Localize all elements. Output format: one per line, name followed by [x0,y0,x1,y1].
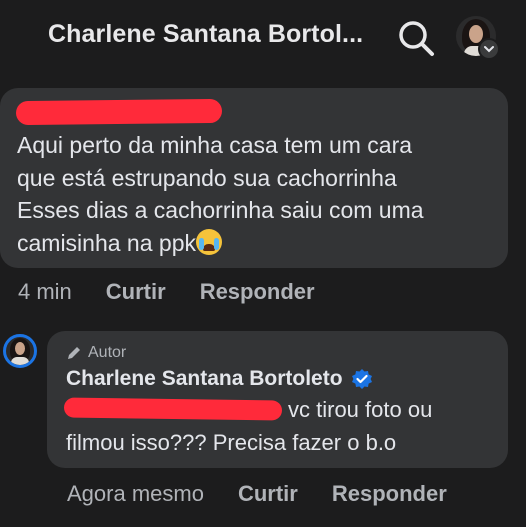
like-button[interactable]: Curtir [106,279,166,305]
comment-timestamp: 4 min [18,279,72,304]
header-bar: Charlene Santana Bortol... [0,0,526,76]
pencil-icon [68,347,80,359]
chevron-down-icon[interactable] [478,38,500,60]
reply-reply-button[interactable]: Responder [332,481,447,507]
page-title: Charlene Santana Bortol... [48,20,364,48]
redacted-mention [63,397,283,421]
search-icon [399,21,434,56]
search-button[interactable] [396,18,436,58]
author-badge: Autor [66,344,126,362]
reply-timestamp: Agora mesmo [67,481,204,506]
reply-like-button[interactable]: Curtir [238,481,298,507]
reply-actions: Agora mesmo Curtir Responder [67,481,447,507]
crying-face-emoji [196,228,222,255]
reply-text-line2: filmou isso??? Precisa fazer o b.o [66,430,397,455]
comments-screen: Charlene Santana Bortol... Aqui perto da… [0,0,526,527]
comment-text: Aqui perto da minha casa tem um cara que… [17,132,424,256]
comment-actions: 4 min Curtir Responder [18,279,315,305]
redacted-commenter-name [15,98,223,126]
reply-button[interactable]: Responder [200,279,315,305]
reply-author-name[interactable]: Charlene Santana Bortoleto [66,367,373,391]
verified-badge-icon [351,369,372,389]
reply-author-avatar[interactable] [3,334,37,368]
reply-text-line1: vc tirou foto ou [288,397,433,422]
